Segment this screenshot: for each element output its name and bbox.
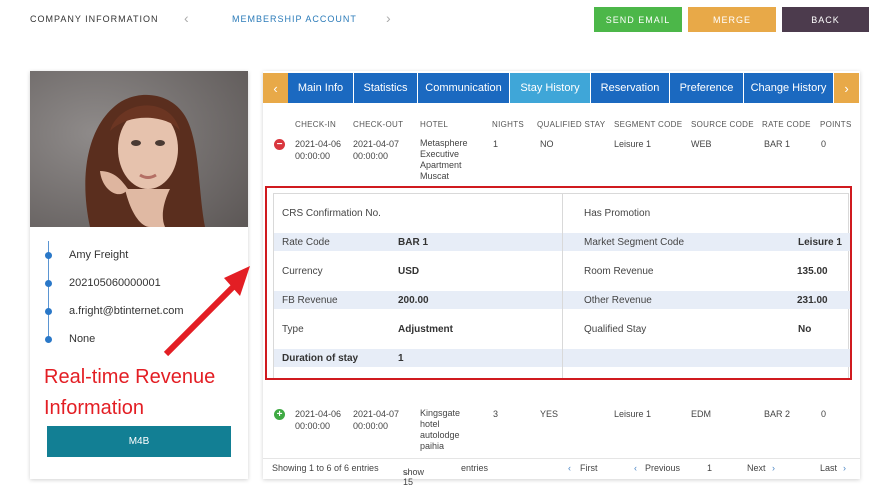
tab-communication[interactable]: Communication <box>418 73 510 103</box>
next-chevron-icon[interactable]: › <box>772 463 775 473</box>
table-row-checkout: 2021-04-07 00:00:00 <box>353 409 400 431</box>
table-row-source: WEB <box>691 139 712 149</box>
previous-chevron-icon[interactable]: ‹ <box>634 463 637 473</box>
table-row-points: 0 <box>821 409 827 419</box>
table-row-checkin: 2021-04-06 00:00:00 <box>295 409 342 431</box>
previous-page-link[interactable]: Previous <box>645 463 680 473</box>
table-row-source: EDM <box>691 409 711 419</box>
first-page-link[interactable]: First <box>580 463 598 473</box>
tab-scroll-left-icon[interactable]: ‹ <box>263 73 288 103</box>
table-row-nights: 3 <box>493 409 499 419</box>
col-header-qualified-stay: QUALIFIED STAY <box>537 120 606 129</box>
table-row-rate: BAR 1 <box>764 139 791 149</box>
tab-main-info[interactable]: Main Info <box>288 73 354 103</box>
collapse-row-icon[interactable]: − <box>274 139 285 150</box>
last-page-link[interactable]: Last <box>820 463 837 473</box>
table-row-rate: BAR 2 <box>764 409 791 419</box>
table-row-hotel: Kingsgate hotel autolodge paihia <box>420 408 461 451</box>
col-header-source-code: SOURCE CODE <box>691 120 754 129</box>
table-row-qualified: NO <box>540 139 554 149</box>
current-page[interactable]: 1 <box>707 463 712 473</box>
table-row-checkout: 2021-04-07 00:00:00 <box>353 139 400 161</box>
last-chevron-icon[interactable]: › <box>843 463 846 473</box>
tab-stay-history[interactable]: Stay History <box>510 73 591 103</box>
table-row-qualified: YES <box>540 409 559 419</box>
tab-preference[interactable]: Preference <box>670 73 744 103</box>
chevron-down-icon: ⌵ <box>403 467 410 477</box>
col-header-hotel: HOTEL <box>420 120 449 129</box>
entries-summary: Showing 1 to 6 of 6 entries <box>272 463 379 473</box>
table-row-points: 0 <box>821 139 827 149</box>
table-row-checkin: 2021-04-06 00:00:00 <box>295 139 342 161</box>
tab-change-history[interactable]: Change History <box>744 73 834 103</box>
expand-row-icon[interactable]: + <box>274 409 285 420</box>
table-row-nights: 1 <box>493 139 499 149</box>
table-row-segment: Leisure 1 <box>614 139 652 149</box>
col-header-checkout: CHECK-OUT <box>353 120 404 129</box>
table-row-hotel: Metasphere Executive Apartment Muscat <box>420 138 468 181</box>
highlight-box <box>265 186 852 380</box>
col-header-segment-code: SEGMENT CODE <box>614 120 683 129</box>
tab-reservation[interactable]: Reservation <box>591 73 670 103</box>
col-header-checkin: CHECK-IN <box>295 120 337 129</box>
next-page-link[interactable]: Next <box>747 463 766 473</box>
col-header-nights: NIGHTS <box>492 120 525 129</box>
pagination-bar: Showing 1 to 6 of 6 entries show 15 ⌵ en… <box>263 458 860 487</box>
tab-statistics[interactable]: Statistics <box>354 73 418 103</box>
tab-scroll-right-icon[interactable]: › <box>834 73 859 103</box>
table-row-segment: Leisure 1 <box>614 409 652 419</box>
col-header-points: POINTS <box>820 120 852 129</box>
col-header-rate-code: RATE CODE <box>762 120 811 129</box>
entries-label: entries <box>461 463 489 473</box>
first-chevron-icon[interactable]: ‹ <box>568 463 571 473</box>
tab-bar: ‹ Main Info Statistics Communication Sta… <box>263 73 860 103</box>
